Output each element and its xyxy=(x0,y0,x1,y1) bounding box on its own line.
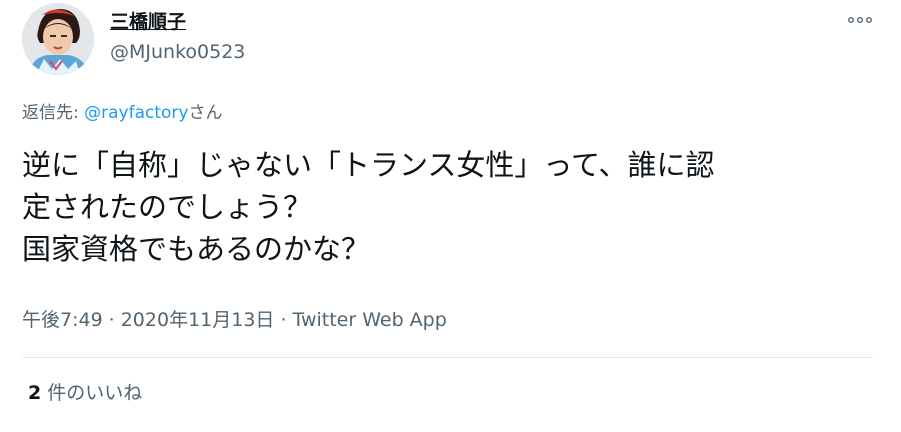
user-handle[interactable]: @MJunko0523 xyxy=(110,38,245,66)
reply-suffix: さん xyxy=(188,103,223,123)
reply-prefix: 返信先: xyxy=(22,103,85,123)
avatar-image xyxy=(22,3,94,75)
more-options-button[interactable] xyxy=(846,12,874,28)
replying-to: 返信先: @rayfactoryさん xyxy=(22,100,222,126)
meta-separator: · xyxy=(280,309,287,331)
tweet-card: 三橋順子 @MJunko0523 返信先: @rayfactoryさん 逆に「自… xyxy=(0,0,901,432)
avatar[interactable] xyxy=(22,3,94,75)
tweet-text: 逆に「自称」じゃない「トランス女性」って、誰に認 定されたのでしょう？ 国家資格… xyxy=(22,148,715,266)
tweet-time: 午後7:49 xyxy=(22,309,103,331)
tweet-time-link[interactable]: 午後7:49 · 2020年11月13日 xyxy=(22,309,274,331)
likes-label: 件のいいね xyxy=(47,382,143,404)
meta-separator: · xyxy=(108,309,115,331)
tweet-source-link[interactable]: Twitter Web App xyxy=(292,309,446,331)
likes-count: 2 xyxy=(28,382,42,404)
tweet-metadata: 午後7:49 · 2020年11月13日 · Twitter Web App xyxy=(22,305,447,335)
likes-link[interactable]: 2 件のいいね xyxy=(28,379,142,407)
display-name[interactable]: 三橋順子 xyxy=(110,8,186,36)
reply-target-link[interactable]: @rayfactory xyxy=(84,103,188,123)
tweet-date: 2020年11月13日 xyxy=(120,309,275,331)
divider xyxy=(22,357,873,358)
more-horizontal-icon xyxy=(848,17,872,23)
